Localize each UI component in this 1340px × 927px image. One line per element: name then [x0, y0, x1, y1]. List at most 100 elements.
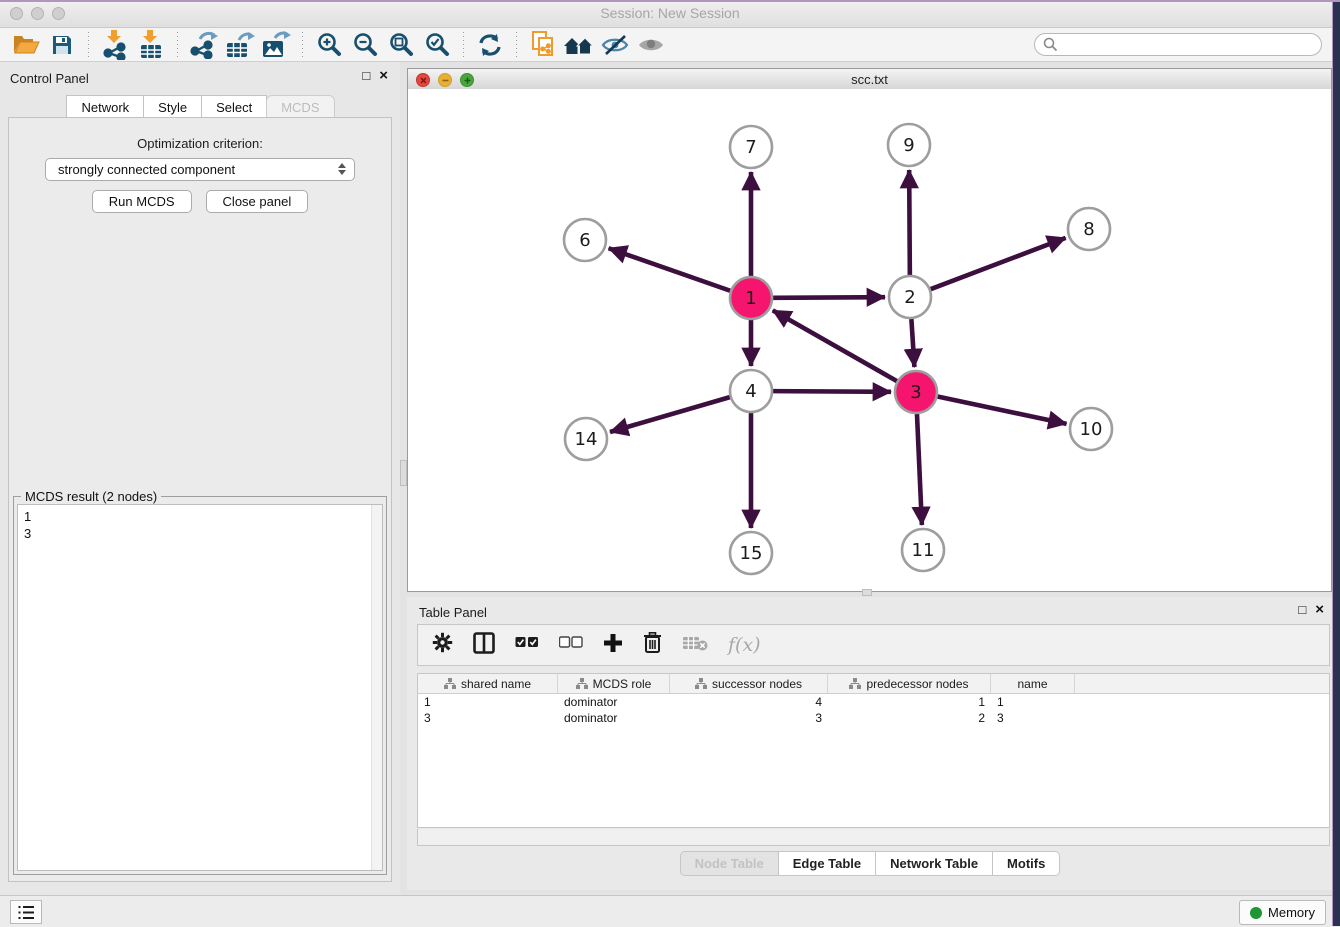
node-table: shared name MCDS role successor nodes prede… [417, 673, 1330, 828]
function-builder-icon[interactable]: f(x) [728, 634, 761, 656]
gear-icon[interactable] [432, 632, 453, 658]
search-field[interactable] [1034, 33, 1322, 56]
run-mcds-button[interactable]: Run MCDS [92, 190, 192, 213]
float-table-panel-icon[interactable]: □ [1298, 603, 1306, 616]
export-network-icon[interactable] [186, 30, 222, 60]
graph-edge-3-11[interactable] [917, 414, 922, 525]
zoom-fit-icon[interactable] [383, 30, 419, 60]
sort-hierarchy-icon [695, 678, 707, 689]
result-scrollbar[interactable] [371, 505, 382, 870]
toolbar-separator [516, 32, 517, 58]
close-table-panel-icon[interactable]: × [1315, 603, 1324, 616]
graph-node-label: 2 [904, 287, 915, 308]
cell-predecessor-nodes[interactable]: 1 [828, 695, 991, 709]
memory-status-icon [1250, 907, 1262, 919]
toolbar-separator [463, 32, 464, 58]
zoom-out-icon[interactable] [347, 30, 383, 60]
close-panel-button[interactable]: Close panel [206, 190, 309, 213]
graph-node-label: 10 [1080, 419, 1103, 440]
cell-MCDS-role[interactable]: dominator [558, 711, 670, 725]
clone-network-icon[interactable] [525, 30, 561, 60]
table-horizontal-scrollbar[interactable] [417, 829, 1330, 846]
unselect-all-columns-icon[interactable] [559, 636, 583, 654]
search-input[interactable] [1058, 37, 1302, 53]
column-header-MCDS-role[interactable]: MCDS role [558, 674, 670, 693]
sort-hierarchy-icon [576, 678, 588, 689]
cell-name[interactable]: 1 [991, 695, 1075, 709]
tab-network-table[interactable]: Network Table [875, 851, 993, 876]
zoom-in-icon[interactable] [311, 30, 347, 60]
column-header-shared-name[interactable]: shared name [418, 674, 558, 693]
hide-selected-icon[interactable] [597, 30, 633, 60]
column-header-successor-nodes[interactable]: successor nodes [670, 674, 828, 693]
cell-name[interactable]: 3 [991, 711, 1075, 725]
graph-edge-2-9[interactable] [909, 170, 910, 275]
graph-edge-1-6[interactable] [609, 248, 731, 290]
column-label: shared name [461, 677, 531, 691]
graph-node-label: 1 [745, 288, 756, 309]
network-graph[interactable]: 7968124314101511 [408, 89, 1331, 591]
graph-edge-3-1[interactable] [773, 310, 897, 381]
cell-predecessor-nodes[interactable]: 2 [828, 711, 991, 725]
import-network-icon[interactable] [97, 30, 133, 60]
delete-table-icon[interactable] [682, 635, 708, 656]
tab-motifs[interactable]: Motifs [992, 851, 1060, 876]
network-canvas[interactable]: 7968124314101511 [408, 89, 1331, 591]
optimization-criterion-label: Optimization criterion: [9, 136, 391, 151]
task-history-button[interactable] [10, 900, 42, 924]
table-body: 1dominator4113dominator323 [418, 694, 1329, 726]
graph-edge-2-3[interactable] [911, 319, 914, 367]
table-row[interactable]: 3dominator323 [418, 710, 1329, 726]
split-columns-icon[interactable] [473, 632, 495, 659]
column-header-name[interactable]: name [991, 674, 1075, 693]
mcds-panel-body: Optimization criterion: strongly connect… [8, 117, 392, 882]
graph-edge-3-10[interactable] [938, 397, 1067, 424]
show-all-icon[interactable] [633, 30, 669, 60]
application-window: Session: New Session [0, 0, 1340, 926]
float-panel-icon[interactable]: □ [362, 69, 370, 82]
graph-node-label: 11 [912, 540, 935, 561]
graph-edge-4-3[interactable] [773, 391, 891, 392]
cell-shared-name[interactable]: 1 [418, 695, 558, 709]
graph-node-label: 7 [745, 137, 756, 158]
delete-column-icon[interactable] [643, 632, 662, 659]
export-image-icon[interactable] [258, 30, 294, 60]
table-row[interactable]: 1dominator411 [418, 694, 1329, 710]
refresh-icon[interactable] [472, 30, 508, 60]
save-session-icon[interactable] [44, 30, 80, 60]
table-header-row: shared name MCDS role successor nodes prede… [418, 674, 1329, 694]
graph-edge-2-8[interactable] [931, 238, 1066, 289]
add-column-icon[interactable] [603, 633, 623, 658]
column-header-predecessor-nodes[interactable]: predecessor nodes [828, 674, 991, 693]
column-label: predecessor nodes [866, 677, 968, 691]
close-panel-icon[interactable]: × [379, 69, 388, 82]
optimization-criterion-dropdown[interactable]: strongly connected component [45, 158, 355, 181]
column-header-filler [1075, 674, 1329, 693]
first-neighbors-icon[interactable] [561, 30, 597, 60]
open-file-icon[interactable] [8, 30, 44, 60]
column-label: MCDS role [593, 677, 652, 691]
tab-node-table[interactable]: Node Table [680, 851, 779, 876]
mcds-result-title: MCDS result (2 nodes) [21, 489, 161, 504]
horizontal-splitter-handle[interactable] [862, 589, 872, 596]
import-table-icon[interactable] [133, 30, 169, 60]
cell-successor-nodes[interactable]: 3 [670, 711, 828, 725]
cell-shared-name[interactable]: 3 [418, 711, 558, 725]
graph-node-label: 6 [579, 230, 590, 251]
cell-MCDS-role[interactable]: dominator [558, 695, 670, 709]
network-file-title: scc.txt [408, 72, 1331, 87]
network-window-titlebar[interactable]: scc.txt [408, 69, 1331, 90]
tab-edge-table[interactable]: Edge Table [778, 851, 876, 876]
graph-node-label: 9 [903, 135, 914, 156]
toolbar-separator [88, 32, 89, 58]
list-icon [18, 905, 35, 920]
cell-successor-nodes[interactable]: 4 [670, 695, 828, 709]
zoom-selected-icon[interactable] [419, 30, 455, 60]
select-all-columns-icon[interactable] [515, 636, 539, 654]
graph-edge-1-2[interactable] [773, 297, 885, 298]
graph-edge-4-14[interactable] [610, 397, 730, 432]
export-table-icon[interactable] [222, 30, 258, 60]
mcds-result-area[interactable]: 1 3 [17, 504, 383, 871]
vertical-splitter-handle[interactable] [400, 460, 407, 486]
memory-button[interactable]: Memory [1239, 900, 1326, 925]
